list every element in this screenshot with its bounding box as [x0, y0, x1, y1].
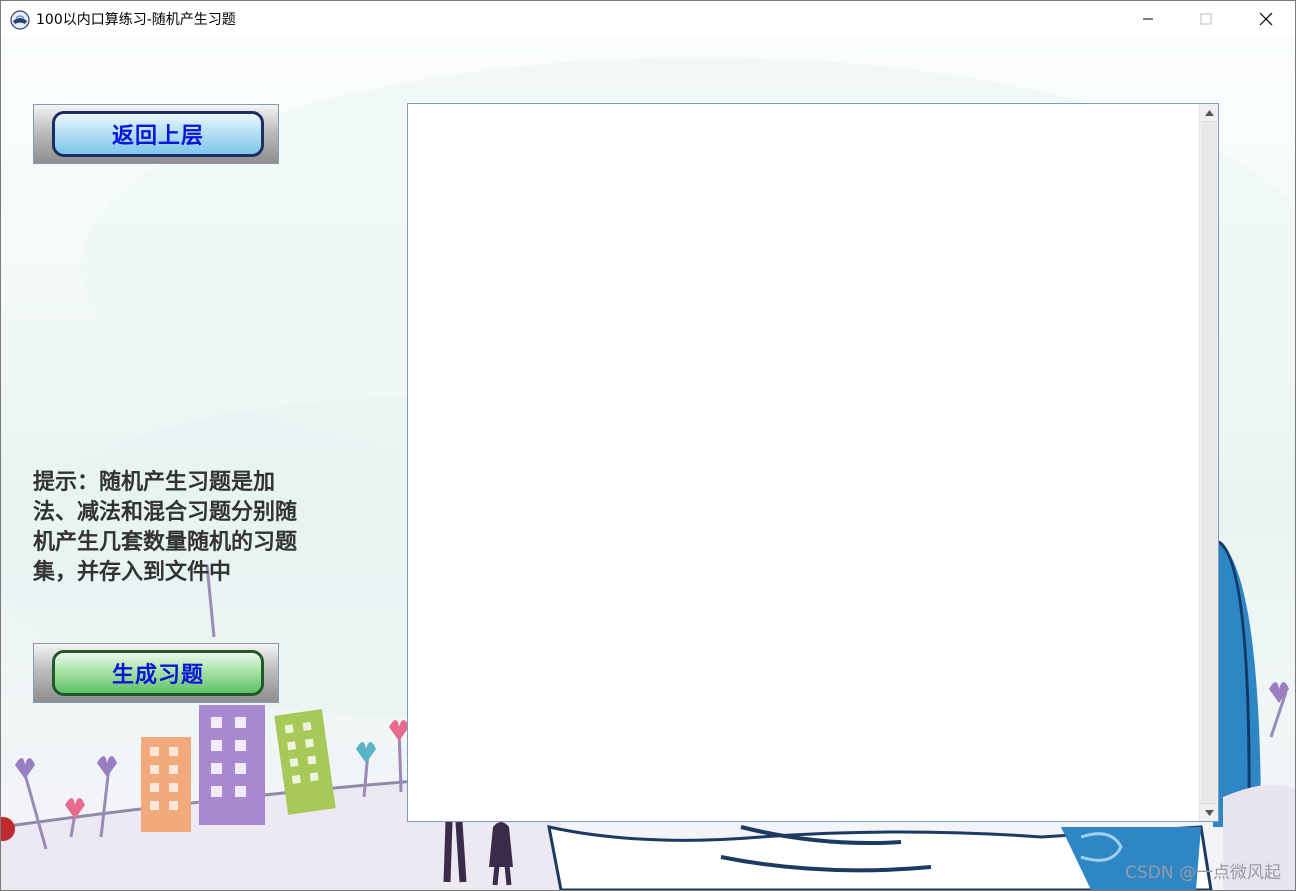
- vertical-scrollbar[interactable]: [1199, 104, 1218, 821]
- title-bar[interactable]: 100以内口算练习-随机产生习题: [1, 1, 1295, 37]
- scroll-up-button[interactable]: [1200, 104, 1218, 122]
- generate-button-label: 生成习题: [52, 650, 264, 696]
- output-textarea[interactable]: [408, 104, 1199, 821]
- app-icon: [10, 10, 30, 30]
- watermark: CSDN @一点微风起: [1125, 863, 1281, 883]
- maximize-button[interactable]: [1177, 1, 1235, 37]
- scroll-down-button[interactable]: [1200, 803, 1218, 821]
- arrow-up-icon: [1204, 109, 1214, 116]
- minimize-icon: [1143, 18, 1153, 20]
- minimize-button[interactable]: [1119, 1, 1177, 37]
- window-title: 100以内口算练习-随机产生习题: [36, 12, 236, 28]
- generate-button[interactable]: 生成习题: [33, 643, 279, 703]
- close-button[interactable]: [1237, 1, 1295, 37]
- maximize-icon: [1200, 13, 1212, 25]
- tip-text: 提示：随机产生习题是加 法、减法和混合习题分别随 机产生几套数量随机的习题 集，…: [33, 470, 298, 585]
- back-button-label: 返回上层: [52, 111, 264, 157]
- app-window: 100以内口算练习-随机产生习题 返回上层 提示：随机产生习题是加 法、减法和混…: [0, 0, 1296, 891]
- close-icon: [1259, 12, 1273, 26]
- client-area: 返回上层 提示：随机产生习题是加 法、减法和混合习题分别随 机产生几套数量随机的…: [1, 37, 1295, 890]
- scrollbar-track[interactable]: [1201, 122, 1217, 803]
- output-panel: [407, 103, 1219, 822]
- back-button[interactable]: 返回上层: [33, 104, 279, 164]
- arrow-down-icon: [1204, 809, 1214, 816]
